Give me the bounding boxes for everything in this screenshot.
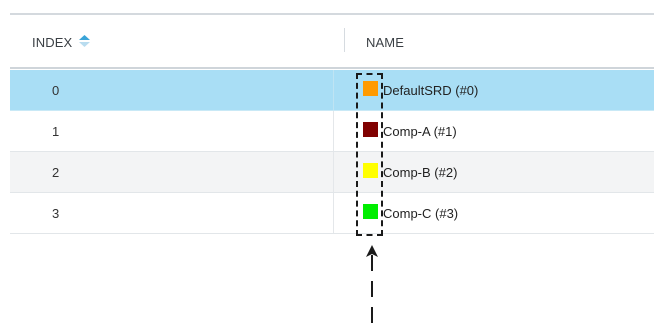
row-index: 0: [52, 83, 60, 98]
sort-ascending-icon[interactable]: [78, 34, 90, 50]
table-row[interactable]: 2 Comp-B (#2): [10, 152, 654, 193]
row-name: Comp-C (#3): [383, 206, 459, 221]
table-row[interactable]: 3 Comp-C (#3): [10, 193, 654, 234]
table-row[interactable]: 0 DefaultSRD (#0): [10, 70, 654, 111]
row-name: Comp-B (#2): [383, 165, 458, 180]
row-index: 1: [52, 124, 60, 139]
cell-divider: [333, 111, 334, 151]
row-index: 3: [52, 206, 60, 221]
table-header: INDEX NAME: [10, 16, 654, 69]
column-header-name-label: NAME: [366, 35, 404, 50]
row-name: Comp-A (#1): [383, 124, 457, 139]
cell-divider: [333, 70, 334, 110]
annotation-dashed-box: [356, 73, 383, 236]
table-top-border: [10, 13, 654, 15]
column-header-index-label: INDEX: [32, 35, 73, 50]
column-header-name[interactable]: NAME: [366, 35, 404, 50]
cell-divider: [333, 152, 334, 192]
column-divider[interactable]: [344, 28, 345, 52]
row-name: DefaultSRD (#0): [383, 83, 479, 98]
cell-divider: [333, 193, 334, 233]
row-index: 2: [52, 165, 60, 180]
column-header-index[interactable]: INDEX: [32, 34, 90, 50]
arrow-up-icon: [366, 245, 378, 325]
table-row[interactable]: 1 Comp-A (#1): [10, 111, 654, 152]
